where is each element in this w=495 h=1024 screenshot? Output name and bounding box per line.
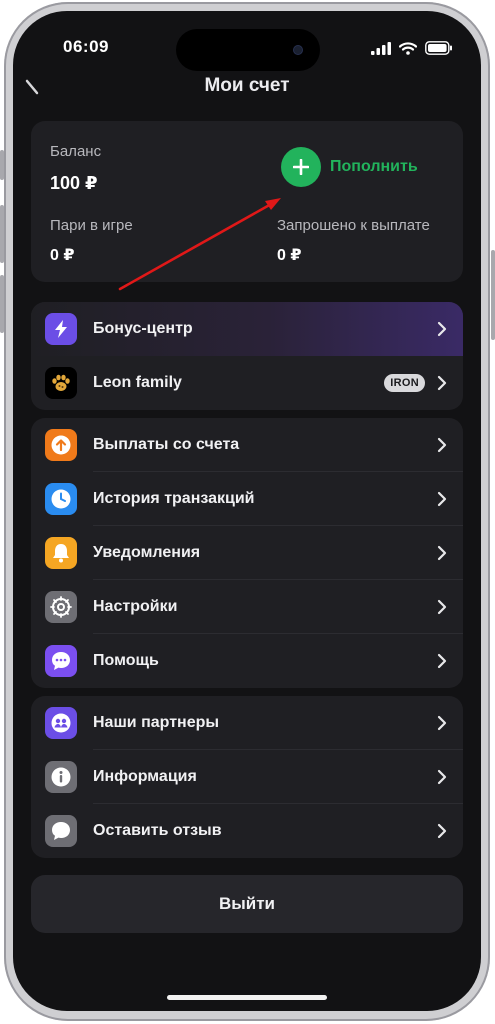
topup-label: Пополнить — [330, 158, 418, 175]
menu-item-label: Бонус-центр — [93, 320, 193, 337]
menu-item-payouts[interactable]: Выплаты со счета — [31, 418, 463, 472]
in-play-label: Пари в игре — [50, 217, 133, 234]
menu-item-label: Выплаты со счета — [93, 436, 240, 453]
balance-label: Баланс — [50, 143, 102, 160]
people-icon — [45, 707, 77, 739]
menu-item-label: История транзакций — [93, 490, 255, 507]
in-play-value: 0 ₽ — [50, 247, 75, 264]
volume-down-button — [0, 275, 4, 333]
chat-bubble-icon — [45, 645, 77, 677]
lightning-icon — [45, 313, 77, 345]
camera-icon — [294, 46, 302, 54]
menu-item-help[interactable]: Помощь — [31, 634, 463, 688]
balance-card: Баланс 100 ₽ Пари в игре 0 ₽ Запрошено к… — [31, 121, 463, 282]
status-time: 06:09 — [63, 37, 109, 56]
withdraw-requested-value: 0 ₽ — [277, 247, 302, 264]
clock-icon — [45, 483, 77, 515]
chevron-right-icon — [437, 599, 447, 615]
menu-item-leave-review[interactable]: Оставить отзыв — [31, 804, 463, 858]
paw-icon — [45, 367, 77, 399]
arrow-up-circle-icon — [45, 429, 77, 461]
home-indicator — [167, 995, 327, 1000]
status-icons — [371, 41, 453, 55]
menu-item-notifications[interactable]: Уведомления — [31, 526, 463, 580]
menu-item-partners[interactable]: Наши партнеры — [31, 696, 463, 750]
plus-icon — [281, 147, 321, 187]
phone-screen: 06:09 Мои счет Баланс 100 ₽ Пари в игре … — [13, 11, 481, 1011]
volume-up-button — [0, 205, 4, 263]
withdraw-requested-label: Запрошено к выплате — [277, 217, 430, 234]
page-title: Мои счет — [204, 75, 290, 96]
silent-switch — [0, 150, 4, 180]
chevron-right-icon — [437, 823, 447, 839]
dynamic-island — [176, 29, 320, 71]
power-button — [491, 250, 495, 340]
gear-icon — [45, 591, 77, 623]
speech-icon — [45, 815, 77, 847]
menu-item-label: Оставить отзыв — [93, 822, 222, 839]
menu-item-label: Наши партнеры — [93, 714, 220, 731]
iron-badge: IRON — [384, 374, 425, 392]
menu-item-label: Информация — [93, 768, 197, 785]
wifi-icon — [399, 41, 417, 55]
menu-item-bonus-center[interactable]: Бонус-центр — [31, 302, 463, 356]
chevron-right-icon — [437, 769, 447, 785]
menu-item-label: Уведомления — [93, 544, 201, 561]
menu-group-1: Бонус-центр Leon family IRON — [31, 302, 463, 410]
bell-icon — [45, 537, 77, 569]
menu-item-leon-family[interactable]: Leon family IRON — [31, 356, 463, 410]
menu-item-label: Leon family — [93, 374, 182, 391]
menu-group-2: Выплаты со счета История транзакций Увед… — [31, 418, 463, 688]
chevron-right-icon — [437, 491, 447, 507]
menu-item-information[interactable]: Информация — [31, 750, 463, 804]
info-icon — [45, 761, 77, 793]
logout-button[interactable]: Выйти — [31, 875, 463, 933]
balance-value: 100 ₽ — [50, 173, 98, 193]
menu-item-label: Настройки — [93, 598, 178, 615]
menu-item-settings[interactable]: Настройки — [31, 580, 463, 634]
menu-item-label: Помощь — [93, 652, 159, 669]
chevron-right-icon — [437, 545, 447, 561]
topup-button[interactable]: Пополнить — [281, 147, 418, 187]
chevron-right-icon — [437, 321, 447, 337]
cellular-signal-icon — [371, 41, 391, 55]
battery-icon — [425, 41, 452, 55]
chevron-right-icon — [437, 437, 447, 453]
chevron-right-icon — [437, 653, 447, 669]
menu-group-3: Наши партнеры Информация Оставить отзыв — [31, 696, 463, 858]
menu-item-transaction-history[interactable]: История транзакций — [31, 472, 463, 526]
chevron-right-icon — [437, 715, 447, 731]
chevron-right-icon — [437, 375, 447, 391]
